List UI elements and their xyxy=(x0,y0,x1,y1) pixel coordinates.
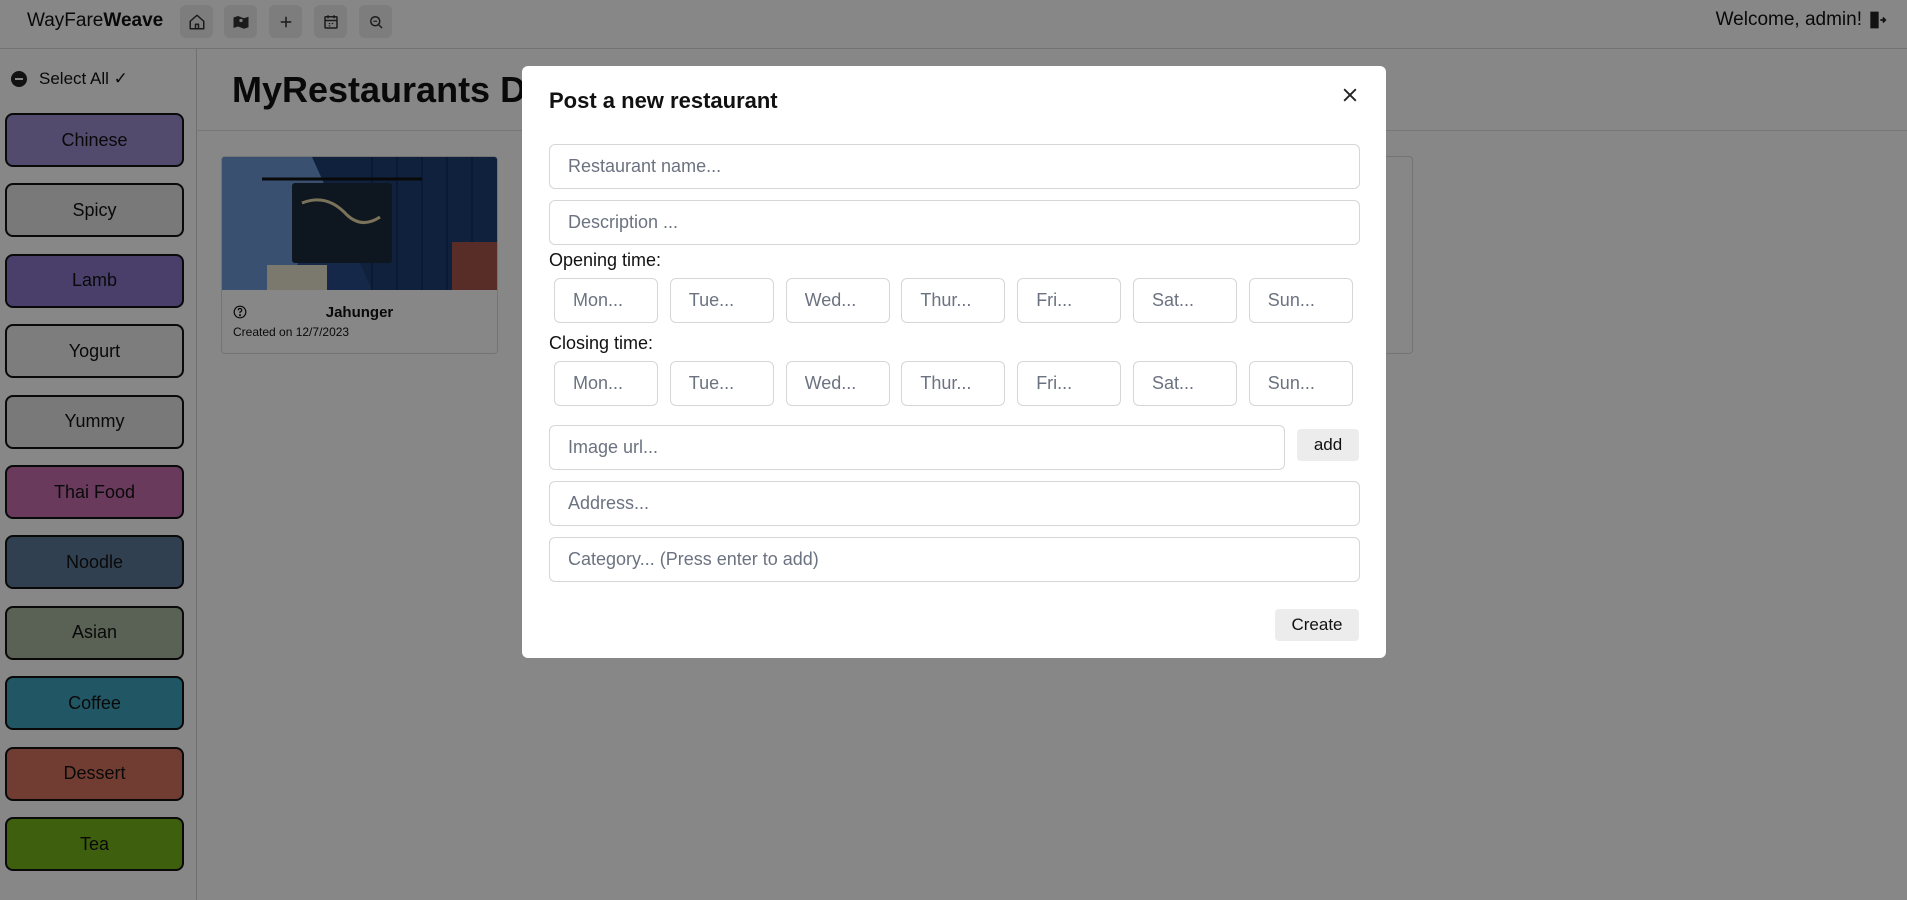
opening-mon-input[interactable] xyxy=(554,278,658,323)
category-input[interactable] xyxy=(549,537,1360,582)
image-url-input[interactable] xyxy=(549,425,1285,470)
closing-wed-input[interactable] xyxy=(785,361,890,406)
opening-fri-input[interactable] xyxy=(1017,278,1122,323)
address-input[interactable] xyxy=(549,481,1360,526)
closing-mon-input[interactable] xyxy=(554,361,658,406)
closing-sat-input[interactable] xyxy=(1133,361,1237,406)
create-button[interactable]: Create xyxy=(1275,609,1359,641)
closing-sun-input[interactable] xyxy=(1248,361,1353,406)
opening-thur-input[interactable] xyxy=(901,278,1006,323)
new-restaurant-modal: Post a new restaurant Opening time: Clos… xyxy=(522,66,1386,658)
closing-tue-input[interactable] xyxy=(669,361,774,406)
close-icon[interactable] xyxy=(1340,85,1360,105)
opening-sun-input[interactable] xyxy=(1248,278,1353,323)
description-input[interactable] xyxy=(549,200,1360,245)
opening-sat-input[interactable] xyxy=(1133,278,1237,323)
restaurant-name-input[interactable] xyxy=(549,144,1360,189)
closing-time-label: Closing time: xyxy=(549,333,654,353)
closing-thur-input[interactable] xyxy=(901,361,1006,406)
closing-fri-input[interactable] xyxy=(1017,361,1122,406)
opening-time-label: Opening time: xyxy=(549,250,662,270)
modal-title: Post a new restaurant xyxy=(549,88,778,113)
add-image-button[interactable]: add xyxy=(1297,429,1359,461)
opening-wed-input[interactable] xyxy=(785,278,890,323)
opening-tue-input[interactable] xyxy=(669,278,774,323)
